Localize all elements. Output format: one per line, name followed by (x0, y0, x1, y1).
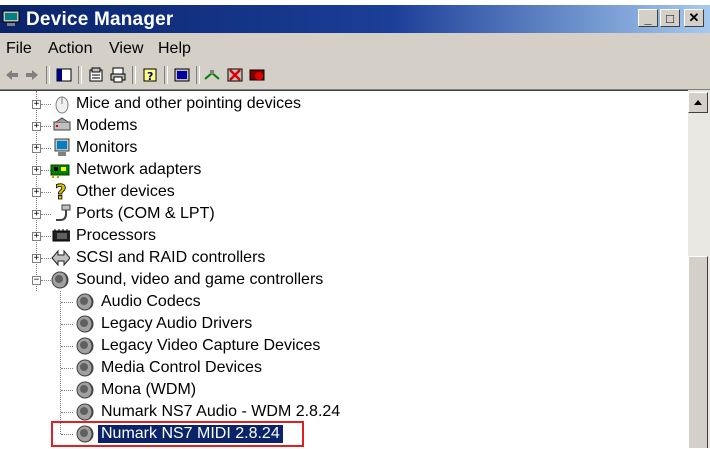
port-icon (56, 204, 71, 221)
tree-device-label: Numark NS7 Audio - WDM 2.8.24 (101, 403, 341, 420)
svg-text:?: ? (55, 181, 67, 201)
tree-category-mice[interactable]: + Mice and other pointing devices (0, 93, 688, 115)
uninstall-icon[interactable] (227, 67, 243, 83)
menu-help[interactable]: Help (158, 40, 191, 58)
minimize-button[interactable]: _ (638, 9, 658, 27)
speaker-icon (76, 381, 94, 399)
tree-category-label: Monitors (76, 139, 138, 156)
speaker-icon (76, 315, 94, 333)
device-manager-app-icon (2, 10, 20, 26)
tree-category-label: SCSI and RAID controllers (76, 249, 266, 266)
tree-device-media-control[interactable]: Media Control Devices (0, 357, 688, 379)
device-tree: + Mice and other pointing devices + Mode… (0, 90, 688, 449)
show-hide-console-tree-icon[interactable] (56, 67, 72, 83)
print-icon[interactable] (110, 67, 126, 83)
tree-device-label: Legacy Audio Drivers (101, 315, 253, 332)
tree-guide-line (61, 412, 73, 414)
expand-plus-icon[interactable]: + (32, 122, 41, 131)
disable-device-icon[interactable] (249, 67, 265, 83)
expand-plus-icon[interactable]: + (32, 188, 41, 197)
menu-action[interactable]: Action (48, 40, 92, 58)
maximize-button[interactable]: □ (660, 9, 680, 27)
speaker-icon (76, 403, 94, 421)
tree-guide-line (61, 346, 73, 348)
tree-device-legacy-audio-drivers[interactable]: Legacy Audio Drivers (0, 313, 688, 335)
expand-plus-icon[interactable]: + (32, 166, 41, 175)
properties-icon[interactable] (88, 67, 104, 83)
tree-category-label: Mice and other pointing devices (76, 95, 302, 112)
highlight-annotation-box (51, 421, 304, 447)
tree-device-numark-ns7-audio[interactable]: Numark NS7 Audio - WDM 2.8.24 (0, 401, 688, 423)
tree-category-label: Processors (76, 227, 157, 244)
tree-guide-line (41, 148, 51, 150)
tree-category-scsi-raid[interactable]: + SCSI and RAID controllers (0, 247, 688, 269)
tree-guide-line (61, 368, 73, 370)
tree-category-label: Ports (COM & LPT) (76, 205, 215, 222)
modem-icon (53, 117, 71, 131)
tree-device-label: Legacy Video Capture Devices (101, 337, 321, 354)
tree-category-label: Other devices (76, 183, 175, 200)
toolbar (0, 63, 710, 90)
tree-device-label: Media Control Devices (101, 359, 262, 376)
speaker-icon (76, 359, 94, 377)
tree-guide-line (61, 324, 73, 326)
tree-guide-line (41, 104, 51, 106)
monitor-icon (54, 138, 70, 156)
scroll-up-arrow-icon (694, 100, 702, 105)
tree-device-label: Mona (WDM) (101, 381, 197, 398)
tree-device-audio-codecs[interactable]: Audio Codecs (0, 291, 688, 313)
expand-plus-icon[interactable]: + (32, 144, 41, 153)
scsi-icon (51, 249, 70, 267)
back-arrow-icon[interactable] (4, 67, 20, 83)
scroll-up-button[interactable] (688, 92, 708, 113)
scrollbar-thumb[interactable] (688, 256, 708, 448)
toolbar-separator (46, 66, 50, 84)
tree-device-legacy-video-capture[interactable]: Legacy Video Capture Devices (0, 335, 688, 357)
update-driver-icon[interactable] (204, 67, 220, 83)
tree-guide-line (61, 390, 73, 392)
forward-arrow-icon[interactable] (24, 67, 40, 83)
speaker-icon (76, 337, 94, 355)
menu-view[interactable]: View (109, 40, 143, 58)
mouse-icon (55, 96, 69, 114)
question-icon: ? (55, 181, 67, 201)
expand-plus-icon[interactable]: + (32, 210, 41, 219)
toolbar-separator (132, 66, 136, 84)
menu-file[interactable]: File (6, 40, 32, 58)
tree-category-sound-video-game[interactable]: − Sound, video and game controllers (0, 269, 688, 291)
scan-hardware-changes-icon[interactable] (174, 67, 190, 83)
menu-bar (0, 33, 710, 63)
tree-category-monitors[interactable]: + Monitors (0, 137, 688, 159)
tree-device-label: Audio Codecs (101, 293, 201, 310)
expand-plus-icon[interactable]: + (32, 254, 41, 263)
tree-guide-line (41, 192, 51, 194)
speaker-icon (76, 293, 94, 311)
tree-category-modems[interactable]: + Modems (0, 115, 688, 137)
tree-category-processors[interactable]: + Processors (0, 225, 688, 247)
tree-device-mona-wdm[interactable]: Mona (WDM) (0, 379, 688, 401)
speaker-icon (51, 271, 69, 289)
tree-guide-line (61, 302, 73, 304)
tree-guide-line (41, 126, 51, 128)
tree-category-ports[interactable]: + Ports (COM & LPT) (0, 203, 688, 225)
network-adapter-icon (50, 164, 70, 178)
expand-plus-icon[interactable]: + (32, 100, 41, 109)
svg-text:?: ? (147, 70, 153, 83)
toolbar-separator (78, 66, 82, 84)
expand-plus-icon[interactable]: + (32, 232, 41, 241)
collapse-minus-icon[interactable]: − (32, 276, 41, 285)
processor-icon (52, 229, 70, 242)
tree-category-label: Modems (76, 117, 138, 134)
tree-guide-line (41, 214, 51, 216)
close-button[interactable]: ✕ (684, 9, 704, 27)
window-title: Device Manager (26, 9, 174, 30)
toolbar-separator (196, 66, 200, 84)
tree-category-label: Sound, video and game controllers (76, 271, 324, 288)
help-icon[interactable]: ? (142, 67, 158, 83)
tree-category-label: Network adapters (76, 161, 202, 178)
tree-category-network-adapters[interactable]: + Network adapters (0, 159, 688, 181)
toolbar-separator (164, 66, 168, 84)
tree-category-other-devices[interactable]: + ? Other devices (0, 181, 688, 203)
